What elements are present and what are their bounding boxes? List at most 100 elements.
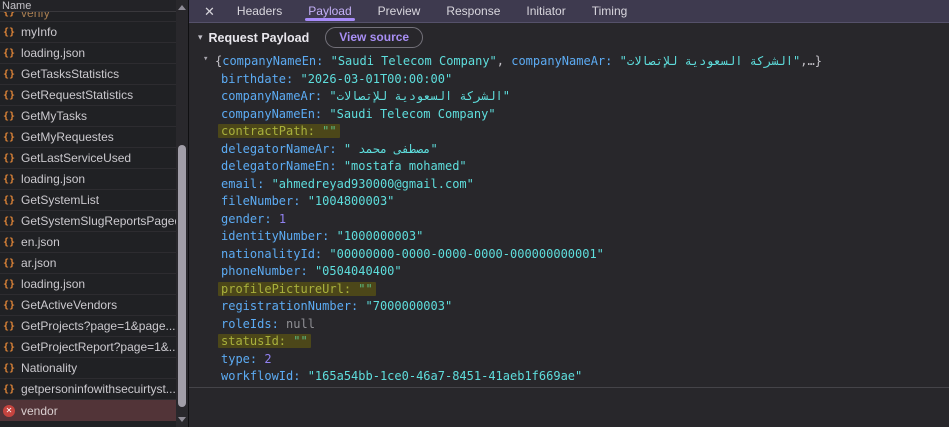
field-key: gender bbox=[221, 212, 264, 226]
field-key: delegatorNameEn bbox=[221, 159, 329, 173]
field-key: companyNameEn bbox=[221, 107, 315, 121]
request-row[interactable]: {}GetLastServiceUsed bbox=[0, 148, 176, 169]
request-row[interactable]: {} loading.json bbox=[0, 43, 176, 64]
request-row[interactable]: {} en.json bbox=[0, 232, 176, 253]
request-payload-section-header: ▾ Request Payload View source bbox=[189, 23, 949, 52]
request-name: GetSystemSlugReportsPaged bbox=[21, 214, 176, 228]
json-icon: {} bbox=[3, 195, 15, 206]
preview-token: "Saudi Telecom Company" bbox=[331, 54, 497, 68]
preview-token: : bbox=[605, 54, 619, 68]
preview-token: companyNameAr bbox=[511, 54, 605, 68]
scroll-up-icon[interactable] bbox=[178, 5, 186, 10]
json-icon: {} bbox=[3, 27, 15, 38]
request-row[interactable]: {}ar.json bbox=[0, 253, 176, 274]
request-name: GetLastServiceUsed bbox=[21, 151, 131, 165]
payload-field-row: companyNameEn: "Saudi Telecom Company" bbox=[189, 107, 949, 125]
json-icon: {} bbox=[3, 48, 15, 59]
tab-headers[interactable]: Headers bbox=[237, 0, 282, 22]
field-key: fileNumber bbox=[221, 194, 293, 208]
triangle-down-icon[interactable]: ▾ bbox=[198, 32, 203, 43]
request-name: GetActiveVendors bbox=[21, 298, 117, 312]
field-value: "1000000003" bbox=[337, 229, 424, 243]
section-divider bbox=[189, 387, 949, 388]
payload-field-row: nationalityId: "00000000-0000-0000-0000-… bbox=[189, 247, 949, 265]
name-column-header[interactable]: Name bbox=[0, 0, 176, 12]
field-key: profilePictureUrl bbox=[221, 282, 344, 296]
preview-token: : bbox=[316, 54, 330, 68]
payload-field-row: delegatorNameAr: " مصطفى محمد" bbox=[189, 142, 949, 160]
tab-strip: ✕ Headers Payload Preview Response Initiator… bbox=[189, 0, 949, 23]
payload-field-row: profilePictureUrl: "" bbox=[189, 282, 949, 300]
request-row[interactable]: {}GetTasksStatistics bbox=[0, 64, 176, 85]
search-highlight: contractPath: "" bbox=[218, 124, 340, 138]
payload-field-row: fileNumber: "1004800003" bbox=[189, 194, 949, 212]
tab-response[interactable]: Response bbox=[446, 0, 500, 22]
payload-field-row: registrationNumber: "7000000003" bbox=[189, 299, 949, 317]
request-row[interactable]: {}loading.json bbox=[0, 274, 176, 295]
json-icon: {} bbox=[3, 300, 15, 311]
request-name: GetSystemList bbox=[21, 193, 99, 207]
request-name: verify bbox=[21, 12, 50, 20]
request-row[interactable]: {}loading.json bbox=[0, 169, 176, 190]
field-value: "1004800003" bbox=[308, 194, 395, 208]
json-icon: {} bbox=[3, 279, 15, 290]
field-value: " مصطفى محمد" bbox=[344, 142, 438, 156]
json-icon: {} bbox=[3, 174, 15, 185]
request-name: GetProjectReport?page=1&... bbox=[21, 340, 176, 354]
payload-field-row: type: 2 bbox=[189, 352, 949, 370]
payload-root-row[interactable]: ▾{companyNameEn: "Saudi Telecom Company"… bbox=[189, 54, 949, 72]
request-row[interactable]: {}myInfo bbox=[0, 22, 176, 43]
request-row[interactable]: {}GetMyRequestes bbox=[0, 127, 176, 148]
request-name: loading.json bbox=[21, 46, 85, 60]
field-key: statusId bbox=[221, 334, 279, 348]
request-row[interactable]: {}GetProjectReport?page=1&... bbox=[0, 337, 176, 358]
request-row[interactable]: {} GetSystemList bbox=[0, 190, 176, 211]
sidebar-scrollbar[interactable] bbox=[176, 0, 188, 427]
field-value: null bbox=[286, 317, 315, 331]
request-name: GetMyRequestes bbox=[21, 130, 114, 144]
request-row[interactable]: {}getpersoninfowithsecuirtyst... bbox=[0, 379, 176, 400]
request-list: {}verify{}myInfo{}loading.json{}GetTasks… bbox=[0, 12, 176, 421]
close-icon[interactable]: ✕ bbox=[204, 0, 215, 23]
request-row[interactable]: {}GetRequestStatistics bbox=[0, 85, 176, 106]
field-key: email bbox=[221, 177, 257, 191]
request-row[interactable]: {}GetProjects?page=1&page... bbox=[0, 316, 176, 337]
field-value: 2 bbox=[264, 352, 271, 366]
request-row[interactable]: {}GetMyTasks bbox=[0, 106, 176, 127]
request-name: GetRequestStatistics bbox=[21, 88, 133, 102]
tab-initiator[interactable]: Initiator bbox=[526, 0, 565, 22]
json-icon: {} bbox=[3, 216, 15, 227]
payload-tree: ▾{companyNameEn: "Saudi Telecom Company"… bbox=[189, 52, 949, 387]
devtools-network-panel: Name {}verify{}myInfo{}loading.json{}Get… bbox=[0, 0, 949, 427]
tab-payload[interactable]: Payload bbox=[308, 0, 351, 22]
tab-timing[interactable]: Timing bbox=[592, 0, 628, 22]
field-value: "" bbox=[322, 124, 336, 138]
view-source-button[interactable]: View source bbox=[325, 27, 423, 48]
search-highlight: statusId: "" bbox=[218, 334, 311, 348]
request-row[interactable]: {}Nationality bbox=[0, 358, 176, 379]
field-value: "0504040400" bbox=[315, 264, 402, 278]
payload-field-row: contractPath: "" bbox=[189, 124, 949, 142]
request-name: en.json bbox=[21, 235, 60, 249]
payload-field-row: gender: 1 bbox=[189, 212, 949, 230]
json-icon: {} bbox=[3, 237, 15, 248]
field-key: registrationNumber bbox=[221, 299, 351, 313]
triangle-down-icon[interactable]: ▾ bbox=[203, 54, 208, 64]
field-key: birthdate bbox=[221, 72, 286, 86]
request-row-selected[interactable]: ✕vendor bbox=[0, 400, 176, 421]
request-row[interactable]: {} GetSystemSlugReportsPaged bbox=[0, 211, 176, 232]
request-row[interactable]: {} GetActiveVendors bbox=[0, 295, 176, 316]
field-key: companyNameAr bbox=[221, 89, 315, 103]
section-title: Request Payload bbox=[209, 31, 310, 45]
request-row-partial[interactable]: {}verify bbox=[0, 12, 176, 22]
tab-preview[interactable]: Preview bbox=[378, 0, 421, 22]
payload-field-row: email: "ahmedreyad930000@gmail.com" bbox=[189, 177, 949, 195]
scroll-down-icon[interactable] bbox=[178, 417, 186, 422]
scrollbar-thumb[interactable] bbox=[178, 145, 186, 407]
network-request-list: Name {}verify{}myInfo{}loading.json{}Get… bbox=[0, 0, 176, 427]
payload-field-row: delegatorNameEn: "mostafa mohamed" bbox=[189, 159, 949, 177]
field-value: "7000000003" bbox=[366, 299, 453, 313]
request-name: GetProjects?page=1&page... bbox=[21, 319, 175, 333]
field-key: roleIds bbox=[221, 317, 272, 331]
field-key: type bbox=[221, 352, 250, 366]
